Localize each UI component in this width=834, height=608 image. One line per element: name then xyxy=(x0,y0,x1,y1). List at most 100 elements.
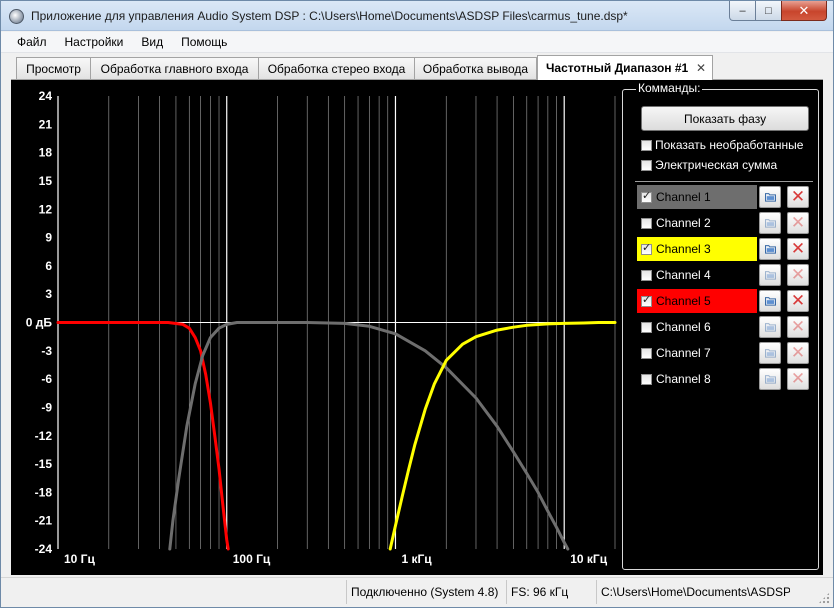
delete-filter-button[interactable]: ✕ xyxy=(787,264,809,286)
status-bar: Подключенно (System 4.8) FS: 96 кГц C:\U… xyxy=(1,577,833,607)
y-tick-label: 0 дБ xyxy=(26,316,53,330)
channel-row[interactable]: Channel 5 ✕ xyxy=(637,289,811,313)
menu-bar: Файл Настройки Вид Помощь xyxy=(1,32,833,53)
open-filter-button[interactable] xyxy=(759,264,781,286)
delete-x-icon: ✕ xyxy=(790,264,806,285)
y-tick-label: -15 xyxy=(35,457,53,471)
y-tick-label: -6 xyxy=(41,372,52,386)
close-icon: ✕ xyxy=(798,2,810,18)
channel-label: Channel 7 xyxy=(656,346,711,360)
menu-help[interactable]: Помощь xyxy=(171,35,235,49)
menu-view[interactable]: Вид xyxy=(131,35,171,49)
channel-checkbox[interactable] xyxy=(641,347,652,359)
channel-checkbox[interactable] xyxy=(641,189,652,203)
y-tick-label: -24 xyxy=(35,542,53,556)
commands-divider xyxy=(635,181,813,182)
delete-filter-button[interactable]: ✕ xyxy=(787,290,809,312)
delete-filter-button[interactable]: ✕ xyxy=(787,238,809,260)
title-bar[interactable]: Приложение для управления Audio System D… xyxy=(1,1,833,31)
delete-x-icon: ✕ xyxy=(790,316,806,337)
y-tick-label: -3 xyxy=(41,344,52,358)
tab-strip: Просмотр Обработка главного входа Обрабо… xyxy=(1,53,833,80)
delete-filter-button[interactable]: ✕ xyxy=(787,316,809,338)
maximize-button[interactable]: □ xyxy=(755,1,782,21)
channel-checkbox[interactable] xyxy=(641,321,652,333)
speaker-app-icon xyxy=(9,9,24,24)
maximize-icon: □ xyxy=(765,4,772,17)
tab-close-icon[interactable]: ✕ xyxy=(696,61,706,75)
channel-row[interactable]: Channel 3 ✕ xyxy=(637,237,811,261)
folder-icon xyxy=(764,297,776,306)
x-tick-label: 100 Гц xyxy=(233,552,271,566)
show-raw-label: Показать необработанные xyxy=(655,138,804,152)
channel-row[interactable]: Channel 8 ✕ xyxy=(637,367,811,391)
channel-row[interactable]: Channel 1 ✕ xyxy=(637,185,811,209)
delete-filter-button[interactable]: ✕ xyxy=(787,186,809,208)
channel-row[interactable]: Channel 6 ✕ xyxy=(637,315,811,339)
close-button[interactable]: ✕ xyxy=(781,1,827,21)
menu-file[interactable]: Файл xyxy=(7,35,55,49)
open-filter-button[interactable] xyxy=(759,290,781,312)
delete-x-icon: ✕ xyxy=(790,290,806,311)
channel-row[interactable]: Channel 2 ✕ xyxy=(637,211,811,235)
delete-x-icon: ✕ xyxy=(790,238,806,259)
tab-output-processing[interactable]: Обработка вывода xyxy=(414,57,537,79)
show-raw-option[interactable]: Показать необработанные xyxy=(641,136,803,154)
channel-label: Channel 5 xyxy=(656,294,711,308)
open-filter-button[interactable] xyxy=(759,212,781,234)
delete-x-icon: ✕ xyxy=(790,186,806,207)
folder-icon xyxy=(764,245,776,254)
open-filter-button[interactable] xyxy=(759,368,781,390)
delete-x-icon: ✕ xyxy=(790,342,806,363)
channel-label: Channel 6 xyxy=(656,320,711,334)
tab-main-input-processing[interactable]: Обработка главного входа xyxy=(90,57,259,79)
folder-icon xyxy=(764,349,776,358)
sample-rate-status: FS: 96 кГц xyxy=(506,580,596,604)
x-tick-label: 10 Гц xyxy=(64,552,95,566)
commands-legend: Комманды: xyxy=(636,81,703,95)
channel-label: Channel 1 xyxy=(656,190,711,204)
y-tick-label: -18 xyxy=(35,485,53,499)
show-phase-button[interactable]: Показать фазу xyxy=(641,106,809,131)
delete-filter-button[interactable]: ✕ xyxy=(787,342,809,364)
tab-stereo-input-processing[interactable]: Обработка стерео входа xyxy=(258,57,415,79)
y-tick-label: -12 xyxy=(35,429,53,443)
y-tick-label: 3 xyxy=(45,287,52,301)
open-filter-button[interactable] xyxy=(759,342,781,364)
delete-filter-button[interactable]: ✕ xyxy=(787,212,809,234)
channel-checkbox[interactable] xyxy=(641,373,652,385)
channel-label: Channel 3 xyxy=(656,242,711,256)
channel-checkbox[interactable] xyxy=(641,269,652,281)
electric-sum-label: Электрическая сумма xyxy=(655,158,778,172)
channel-row[interactable]: Channel 7 ✕ xyxy=(637,341,811,365)
open-filter-button[interactable] xyxy=(759,316,781,338)
tab-frequency-range-1[interactable]: Частотный Диапазон #1 ✕ xyxy=(537,55,713,80)
channel-label: Channel 8 xyxy=(656,372,711,386)
folder-icon xyxy=(764,219,776,228)
frequency-response-chart[interactable]: 24 21 18 15 12 9 6 3 0 дБ -3 -6 -9 -12 -15 -18 -21 -24 10… xyxy=(11,80,631,575)
y-tick-label: 6 xyxy=(45,259,52,273)
delete-x-icon: ✕ xyxy=(790,368,806,389)
show-raw-checkbox[interactable] xyxy=(641,139,652,151)
folder-icon xyxy=(764,193,776,202)
open-filter-button[interactable] xyxy=(759,186,781,208)
tab-label: Обработка вывода xyxy=(422,61,529,76)
y-tick-label: 21 xyxy=(39,117,53,131)
app-window: Приложение для управления Audio System D… xyxy=(0,0,834,608)
channel-row[interactable]: Channel 4 ✕ xyxy=(637,263,811,287)
channel-checkbox[interactable] xyxy=(641,241,652,255)
tab-label: Частотный Диапазон #1 xyxy=(546,61,689,75)
delete-filter-button[interactable]: ✕ xyxy=(787,368,809,390)
channel-label: Channel 2 xyxy=(656,216,711,230)
resize-grip-icon[interactable] xyxy=(818,592,830,604)
menu-settings[interactable]: Настройки xyxy=(55,35,132,49)
tab-preview[interactable]: Просмотр xyxy=(16,57,91,79)
open-filter-button[interactable] xyxy=(759,238,781,260)
minimize-icon: – xyxy=(739,4,746,17)
electric-sum-option[interactable]: Электрическая сумма xyxy=(641,156,777,174)
channel-checkbox[interactable] xyxy=(641,293,652,307)
electric-sum-checkbox[interactable] xyxy=(641,159,652,171)
channel-label: Channel 4 xyxy=(656,268,711,282)
minimize-button[interactable]: – xyxy=(729,1,756,21)
channel-checkbox[interactable] xyxy=(641,217,652,229)
